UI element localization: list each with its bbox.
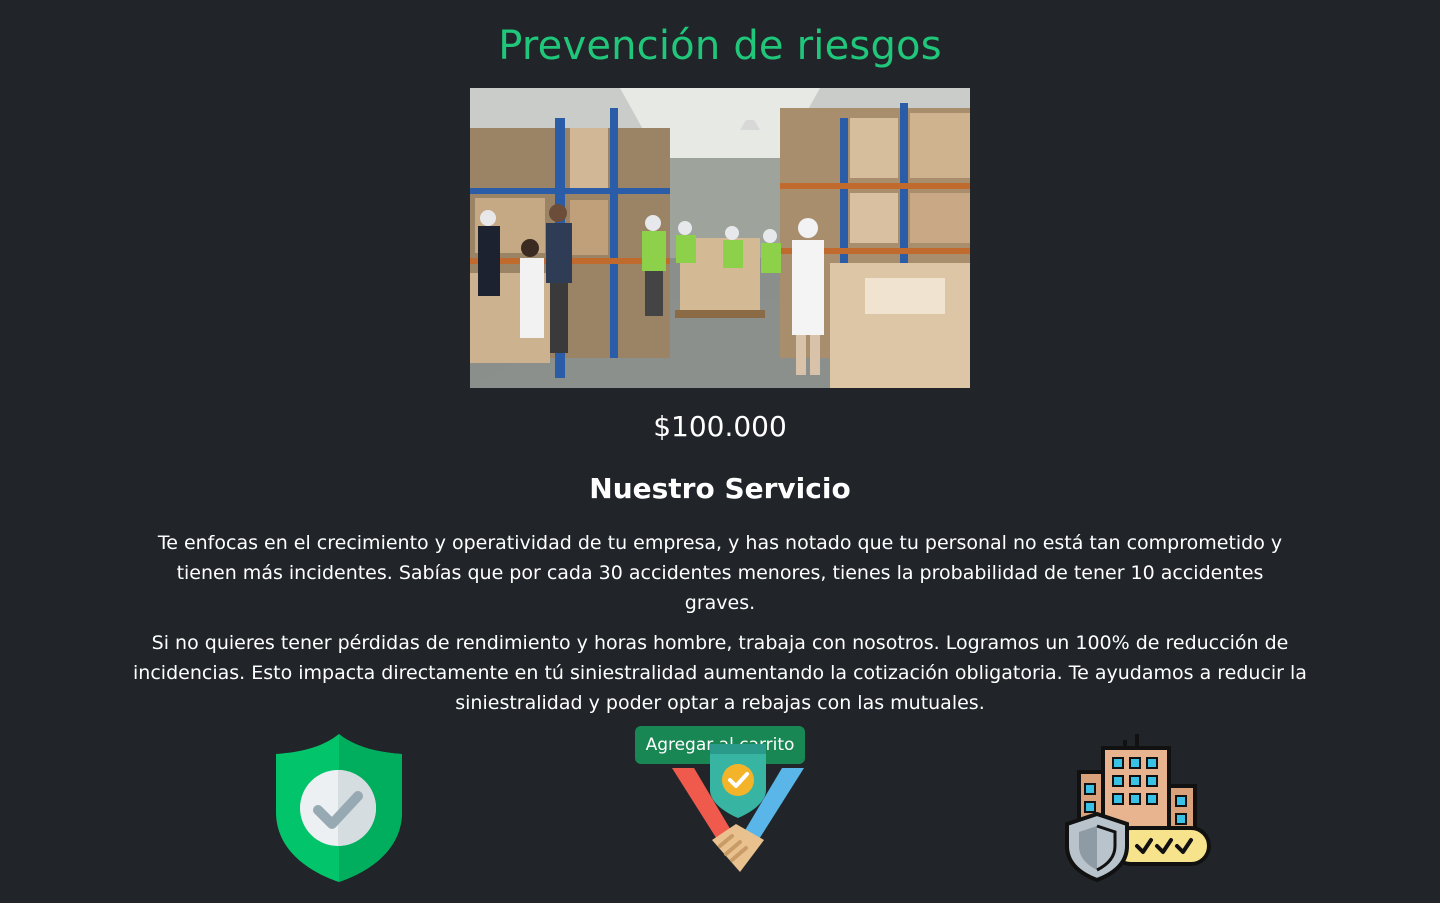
handshake-shield-icon	[670, 740, 806, 880]
hero-image	[470, 88, 970, 388]
building-shield-icon	[1063, 732, 1213, 886]
shield-check-icon	[274, 732, 404, 888]
section-heading: Nuestro Servicio	[589, 472, 851, 505]
description-paragraph-1: Te enfocas en el crecimiento y operativi…	[157, 532, 1283, 614]
page-title: Prevención de riesgos	[498, 23, 942, 69]
product-page: Prevención de riesgos $100.000 Nuestro S…	[0, 0, 1440, 903]
description-paragraph-2: Si no quieres tener pérdidas de rendimie…	[133, 632, 1307, 714]
feature-icons-row	[0, 730, 1440, 890]
price: $100.000	[653, 410, 787, 443]
